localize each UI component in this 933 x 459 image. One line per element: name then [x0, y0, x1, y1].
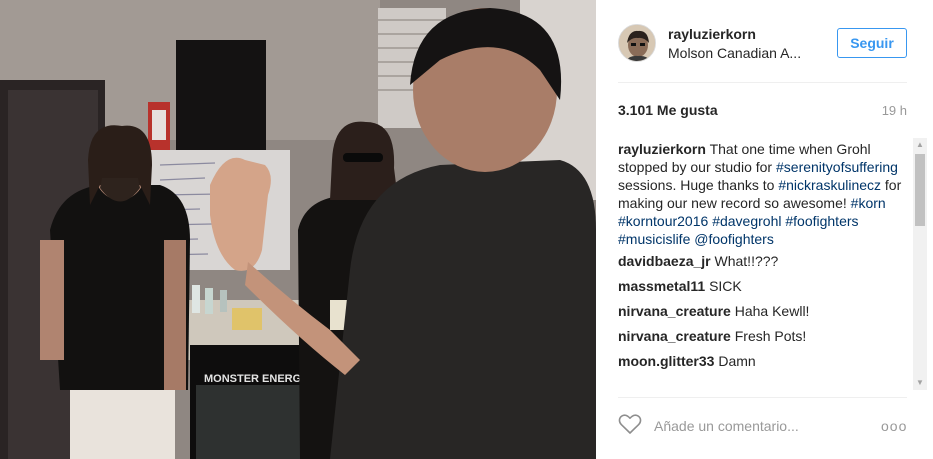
caption-text-segment: sessions. Huge thanks to: [618, 177, 779, 193]
scroll-down-arrow-icon[interactable]: ▼: [913, 376, 927, 390]
like-count[interactable]: 3.101 Me gusta: [618, 102, 718, 118]
scroll-up-arrow-icon[interactable]: ▲: [913, 138, 927, 152]
post-photo-illustration: MONSTER ENERGY: [0, 0, 596, 459]
comments-scrollbar[interactable]: ▲ ▼: [913, 138, 927, 390]
comment-item: nirvana_creature Haha Kewll!: [618, 302, 905, 320]
post-timestamp[interactable]: 19 h: [882, 103, 907, 118]
comment-text: What!!???: [714, 253, 779, 269]
comments-list[interactable]: rayluzierkorn That one time when Grohl s…: [618, 140, 905, 392]
hashtag-link[interactable]: #korn: [851, 195, 886, 211]
comment-text: Fresh Pots!: [734, 328, 807, 344]
comment-item: davidbaeza_jr What!!???: [618, 252, 905, 270]
hashtag-link[interactable]: #foofighters: [785, 213, 858, 229]
comment-item: moon.glitter33 Damn: [618, 352, 905, 370]
post-author-username[interactable]: rayluzierkorn: [668, 26, 756, 42]
scrollbar-thumb[interactable]: [915, 154, 925, 226]
actions-divider: [618, 397, 907, 398]
post-location[interactable]: Molson Canadian A...: [668, 45, 818, 61]
header-divider: [618, 82, 907, 83]
comment-username[interactable]: nirvana_creature: [618, 303, 731, 319]
hashtag-link[interactable]: #korntour2016: [618, 213, 708, 229]
hashtag-link[interactable]: @foofighters: [694, 231, 774, 247]
caption-author-username[interactable]: rayluzierkorn: [618, 141, 706, 157]
comment-text: Damn: [718, 353, 756, 369]
post-photo[interactable]: MONSTER ENERGY: [0, 0, 596, 459]
hashtag-link[interactable]: #serenityofsuffering: [776, 159, 898, 175]
comment-item: nirvana_creature Fresh Pots!: [618, 327, 905, 345]
comment-item: massmetal11 SICK: [618, 277, 905, 295]
post-header: rayluzierkorn Molson Canadian A... Segui…: [596, 0, 933, 83]
hashtag-link[interactable]: #davegrohl: [712, 213, 781, 229]
heart-icon-shape: [618, 414, 642, 434]
more-options-icon[interactable]: ooo: [881, 418, 907, 434]
comment-username[interactable]: davidbaeza_jr: [618, 253, 711, 269]
comment-username[interactable]: moon.glitter33: [618, 353, 714, 369]
hashtag-link[interactable]: #nickraskulinecz: [778, 177, 881, 193]
hashtag-link[interactable]: #musicislife: [618, 231, 690, 247]
add-comment-input[interactable]: [654, 415, 854, 437]
heart-icon[interactable]: [618, 413, 644, 437]
photo-brand-text: MONSTER ENERGY: [204, 373, 309, 385]
follow-button[interactable]: Seguir: [837, 28, 907, 58]
post-details-panel: rayluzierkorn Molson Canadian A... Segui…: [596, 0, 933, 459]
comment-username[interactable]: nirvana_creature: [618, 328, 731, 344]
comment-text: SICK: [709, 278, 742, 294]
avatar-image: [619, 25, 655, 61]
avatar[interactable]: [618, 24, 656, 62]
post-caption: rayluzierkorn That one time when Grohl s…: [618, 140, 905, 248]
comment-text: Haha Kewll!: [734, 303, 810, 319]
comment-username[interactable]: massmetal11: [618, 278, 705, 294]
